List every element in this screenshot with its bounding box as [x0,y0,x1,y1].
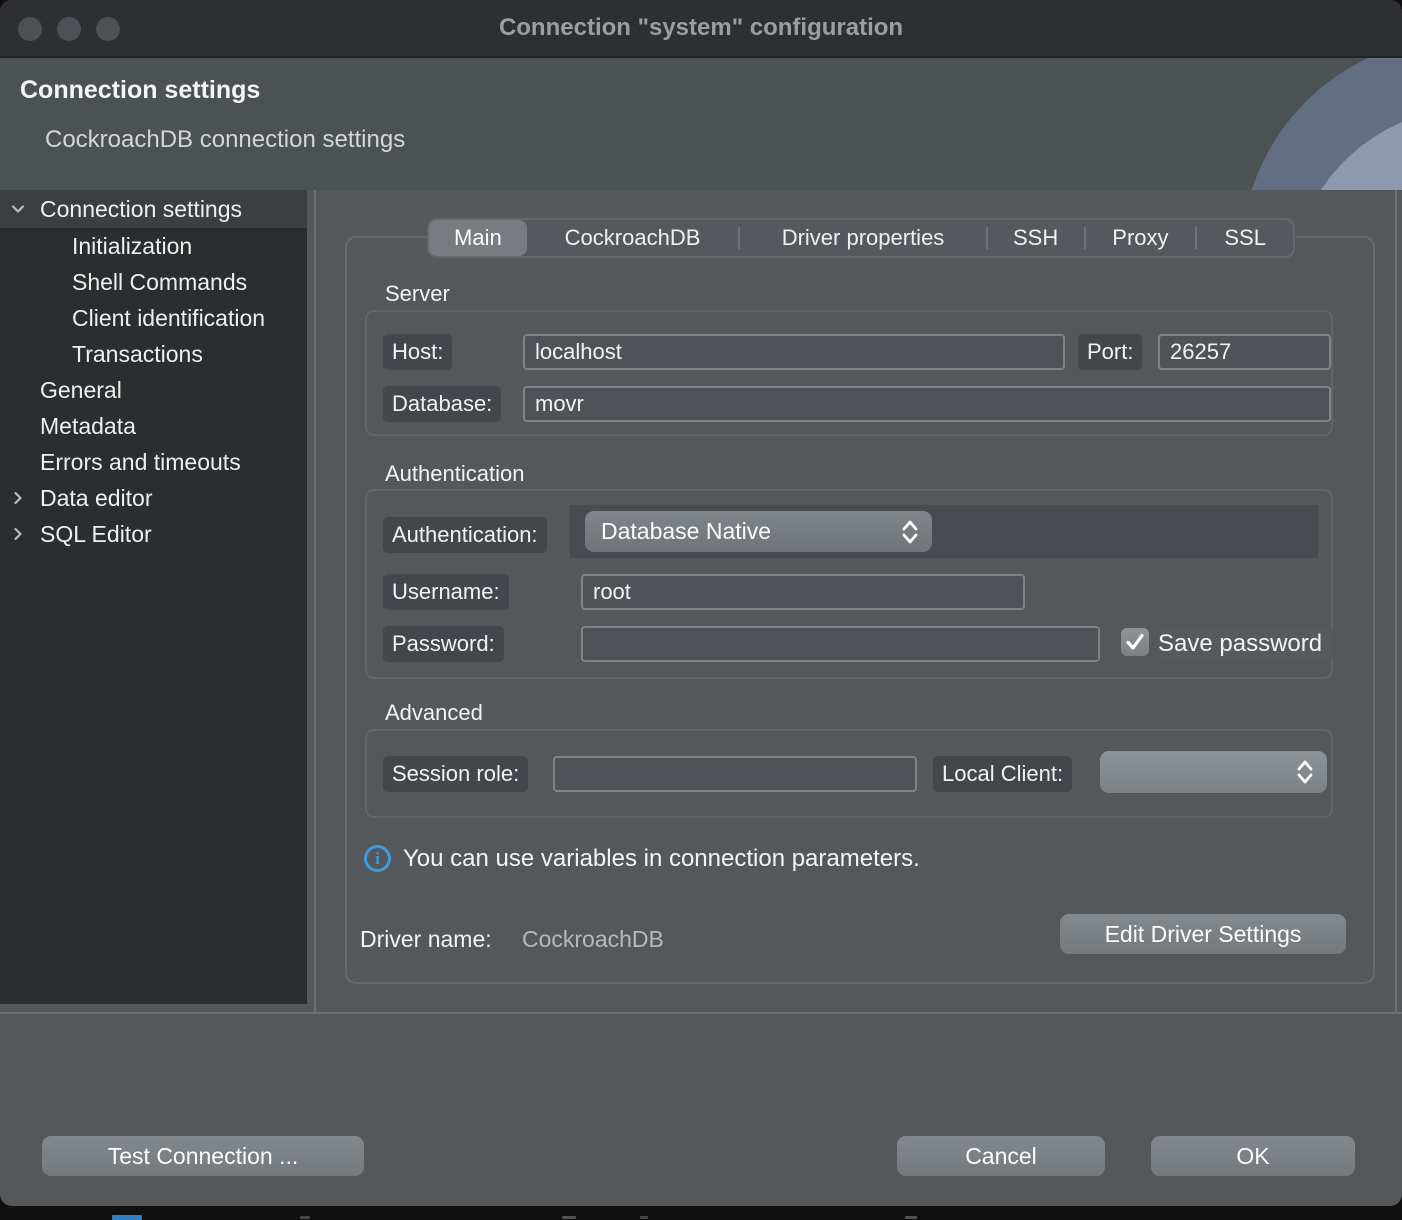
desktop-background-sliver [0,1206,1402,1220]
advanced-group-label: Advanced [385,700,483,726]
info-icon: i [364,845,391,872]
password-input[interactable] [581,626,1100,662]
close-window-button[interactable] [18,17,42,41]
tree-item-transactions[interactable]: Transactions [0,336,307,372]
database-label: Database: [383,386,501,422]
info-text: You can use variables in connection para… [403,844,920,874]
right-edge-line [1395,190,1397,1012]
tab-main[interactable]: Main [429,220,527,256]
screen: Connection "system" configuration Connec… [0,0,1402,1220]
dock-artifact [905,1216,917,1219]
sidebar-divider [314,190,316,1012]
save-password-label: Save password [1158,627,1333,661]
title-bar: Connection "system" configuration [0,0,1402,58]
port-input[interactable] [1158,334,1331,370]
select-arrows-icon [900,518,920,546]
footer-divider [0,1012,1402,1014]
select-arrows-icon [1295,758,1315,786]
tree-item-label: Transactions [72,341,203,368]
tree-item-label: General [40,377,122,404]
database-input[interactable] [523,386,1331,422]
password-label: Password: [383,626,504,662]
authentication-method-select[interactable]: Database Native [585,511,932,552]
port-label: Port: [1078,334,1142,370]
tree-item-metadata[interactable]: Metadata [0,408,307,444]
dock-artifact [300,1216,310,1219]
chevron-down-icon[interactable] [9,200,27,218]
tree-item-initialization[interactable]: Initialization [0,228,307,264]
tree-item-label: Shell Commands [72,269,247,296]
tree-item-label: Connection settings [40,196,242,223]
tree-item-general[interactable]: General [0,372,307,408]
tab-ssh[interactable]: SSH [988,220,1084,256]
dock-artifact [640,1216,648,1219]
username-label: Username: [383,574,509,610]
host-label: Host: [383,334,452,370]
authentication-group-label: Authentication [385,461,524,487]
minimize-window-button[interactable] [57,17,81,41]
tab-cockroachdb[interactable]: CockroachDB [527,220,739,256]
tab-ssl[interactable]: SSL [1197,220,1293,256]
tree-item-label: Client identification [72,305,265,332]
window-title: Connection "system" configuration [0,0,1402,56]
dock-artifact [112,1215,142,1220]
local-client-select[interactable] [1100,751,1327,793]
tree-item-connection-settings[interactable]: Connection settings [0,190,307,228]
server-group-label: Server [385,281,450,307]
chevron-right-icon[interactable] [9,525,27,543]
page-title: Connection settings [20,76,260,105]
tree-item-client-identification[interactable]: Client identification [0,300,307,336]
tree-item-label: Errors and timeouts [40,449,241,476]
session-role-label: Session role: [383,756,528,792]
ok-button[interactable]: OK [1151,1136,1355,1176]
session-role-input[interactable] [553,756,917,792]
checkmark-icon [1123,630,1147,654]
chevron-right-icon[interactable] [9,489,27,507]
tree-item-shell-commands[interactable]: Shell Commands [0,264,307,300]
tree-item-label: SQL Editor [40,521,152,548]
cancel-button[interactable]: Cancel [897,1136,1105,1176]
tree-item-label: Initialization [72,233,192,260]
dock-artifact [562,1216,576,1219]
zoom-window-button[interactable] [96,17,120,41]
test-connection-button[interactable]: Test Connection ... [42,1136,364,1176]
tree-item-sql-editor[interactable]: SQL Editor [0,516,307,552]
edit-driver-settings-button[interactable]: Edit Driver Settings [1060,914,1346,954]
dialog-header: Connection settings CockroachDB connecti… [0,58,1402,190]
tab-bar: Main CockroachDB Driver properties SSH P… [427,218,1295,258]
selected-option-label: Database Native [601,518,771,545]
settings-tree: Connection settings Initialization Shell… [0,190,307,1004]
username-input[interactable] [581,574,1025,610]
tab-driver-properties[interactable]: Driver properties [740,220,985,256]
host-input[interactable] [523,334,1065,370]
decorative-swoosh [1142,58,1402,190]
tree-item-data-editor[interactable]: Data editor [0,480,307,516]
authentication-method-label: Authentication: [383,517,547,553]
tree-item-label: Data editor [40,485,153,512]
connection-configuration-dialog: Connection "system" configuration Connec… [0,0,1402,1206]
page-subtitle: CockroachDB connection settings [45,126,405,154]
tree-item-label: Metadata [40,413,136,440]
local-client-label: Local Client: [933,756,1072,792]
driver-name-value: CockroachDB [522,926,664,953]
tab-proxy[interactable]: Proxy [1086,220,1196,256]
save-password-checkbox[interactable] [1121,628,1149,656]
tree-item-errors-and-timeouts[interactable]: Errors and timeouts [0,444,307,480]
driver-name-label: Driver name: [360,926,492,953]
